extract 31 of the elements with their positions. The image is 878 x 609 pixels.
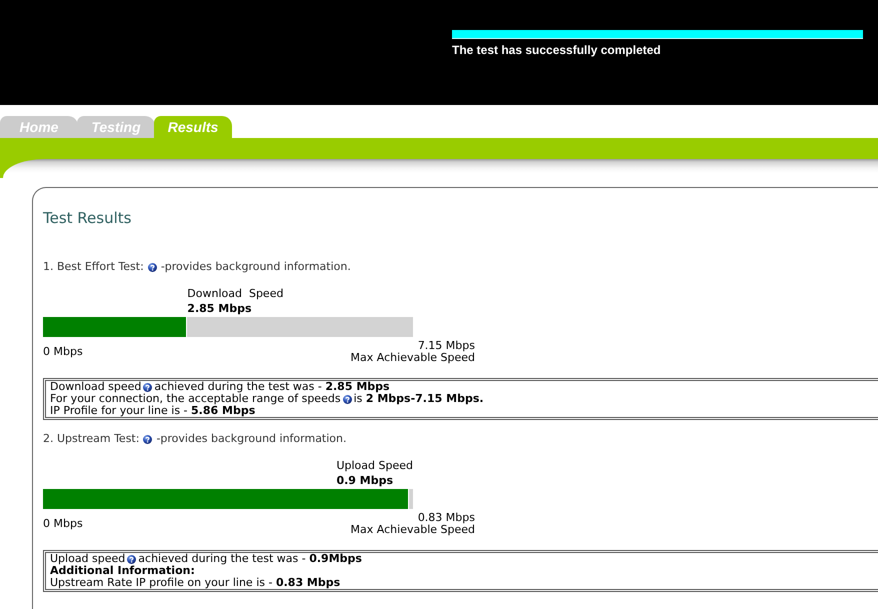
summary-text: IP Profile for your line is - 5.86 Mbps (50, 405, 256, 417)
help-icon[interactable] (143, 382, 152, 392)
test-heading: 1. Best Effort Test: (43, 260, 144, 274)
scale-max-label: 0.83 Mbps (418, 512, 475, 524)
summary-text: Upload speed (50, 553, 126, 565)
summary-text: is 2 Mbps-7.15 Mbps. (354, 393, 484, 405)
meter-label: Download Speed (187, 286, 284, 301)
speed-value: 0.9 Mbps (336, 473, 394, 488)
status-message: The test has successfully completed (452, 43, 661, 57)
summary-text: For your connection, the acceptable range of speeds (50, 393, 341, 405)
scale-min-label: 0 Mbps (43, 518, 83, 530)
meter-label: Upload Speed (336, 458, 413, 473)
test-note: -provides background information. (160, 260, 351, 274)
max-speed-caption: Max Achievable Speed (350, 524, 475, 536)
scale-max-label: 7.15 Mbps (418, 340, 475, 352)
help-icon[interactable] (143, 434, 152, 444)
summary-text: achieved during the test was - 2.85 Mbps (154, 381, 390, 393)
max-speed-caption: Max Achievable Speed (350, 352, 475, 364)
summary-text: achieved during the test was - 0.9Mbps (138, 553, 362, 565)
info-heading: Additional Information: (50, 565, 195, 577)
summary-text: Download speed (50, 381, 142, 393)
scale-min-label: 0 Mbps (43, 346, 83, 358)
test-heading: 2. Upstream Test: (43, 432, 140, 446)
help-icon[interactable] (127, 554, 136, 564)
speed-value: 2.85 Mbps (187, 301, 252, 316)
test-note: -provides background information. (156, 432, 346, 446)
help-icon[interactable] (148, 262, 157, 272)
nav-tab[interactable]: Results (154, 116, 232, 138)
help-icon[interactable] (342, 394, 352, 404)
page-title: Test Results (43, 209, 132, 227)
summary-text: Upstream Rate IP profile on your line is - 0.83 Mbps (50, 577, 340, 589)
